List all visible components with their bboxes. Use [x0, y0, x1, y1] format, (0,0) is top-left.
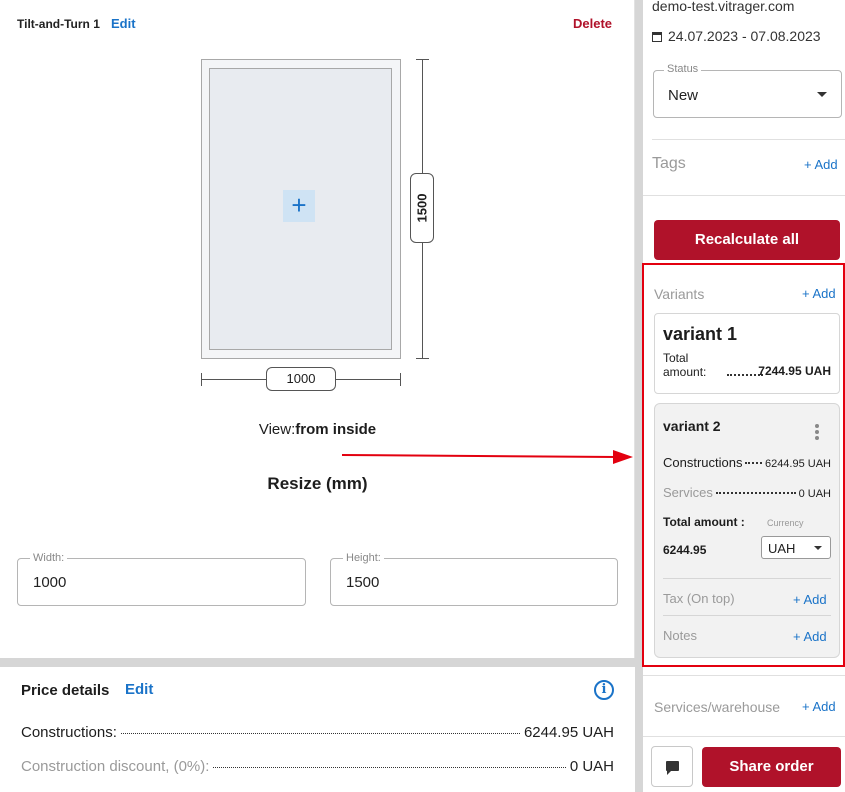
construction-title: Tilt-and-Turn 1 [17, 17, 100, 31]
variants-highlight-box [642, 263, 845, 667]
width-input[interactable]: 1000 [33, 574, 263, 591]
add-service-link[interactable]: + Add [802, 699, 836, 714]
view-value: from inside [295, 421, 377, 438]
recalculate-all-button[interactable]: Recalculate all [654, 220, 840, 260]
height-field[interactable]: Height: 1500 [330, 552, 618, 606]
chevron-down-icon [817, 92, 827, 97]
tags-label: Tags [652, 155, 686, 172]
info-icon[interactable]: i [594, 680, 614, 700]
height-dimension-tick-bottom [416, 358, 429, 359]
chat-button[interactable] [651, 746, 693, 787]
chat-icon [666, 761, 679, 775]
width-field[interactable]: Width: 1000 [17, 552, 306, 606]
price-row-discount: Construction discount, (0%): 0 UAH [21, 758, 614, 775]
resize-title: Resize (mm) [267, 474, 368, 493]
order-editor-screen: Tilt-and-Turn 1 Edit Delete + 1500 1000 … [0, 0, 845, 792]
width-dimension-tick-right [400, 373, 401, 386]
divider [652, 139, 845, 140]
width-dimension-badge[interactable]: 1000 [266, 367, 336, 391]
price-details-title: Price details [21, 682, 110, 699]
dotted-leader [213, 767, 566, 768]
price-row-value: 6244.95 UAH [523, 724, 614, 741]
date-range: 24.07.2023 - 07.08.2023 [652, 28, 821, 44]
price-row-value: 0 UAH [569, 758, 614, 775]
calendar-icon [652, 32, 662, 42]
add-element-button[interactable]: + [283, 190, 315, 222]
dotted-leader [120, 733, 520, 734]
date-range-text: 24.07.2023 - 07.08.2023 [668, 28, 821, 44]
domain-text: demo-test.vitrager.com [652, 0, 795, 14]
height-dimension-value: 1500 [414, 193, 430, 223]
height-dimension-badge[interactable]: 1500 [410, 173, 434, 243]
height-field-label: Height: [343, 552, 384, 564]
divider [643, 675, 845, 676]
annotation-arrow [341, 450, 633, 464]
status-select[interactable]: Status New [653, 63, 842, 118]
construction-edit-link[interactable]: Edit [111, 16, 136, 31]
share-order-button[interactable]: Share order [702, 747, 841, 787]
status-value: New [668, 87, 699, 104]
price-details-edit-link[interactable]: Edit [125, 681, 153, 698]
width-field-label: Width: [30, 552, 68, 564]
width-dimension-tick-left [201, 373, 202, 386]
height-input[interactable]: 1500 [346, 574, 575, 591]
price-row-constructions: Constructions: 6244.95 UAH [21, 724, 614, 741]
view-prefix: View: [258, 421, 296, 438]
height-dimension-tick-top [416, 59, 429, 60]
price-row-label: Constructions: [21, 724, 117, 741]
view-indicator: View:from inside [0, 421, 635, 438]
status-label: Status [664, 63, 702, 75]
divider [643, 195, 845, 196]
construction-delete-link[interactable]: Delete [573, 16, 612, 31]
services-warehouse-label: Services/warehouse [654, 699, 781, 715]
construction-panel: Tilt-and-Turn 1 Edit Delete + 1500 1000 … [0, 0, 635, 658]
add-tag-link[interactable]: + Add [804, 157, 838, 172]
price-row-label: Construction discount, (0%): [21, 758, 210, 775]
